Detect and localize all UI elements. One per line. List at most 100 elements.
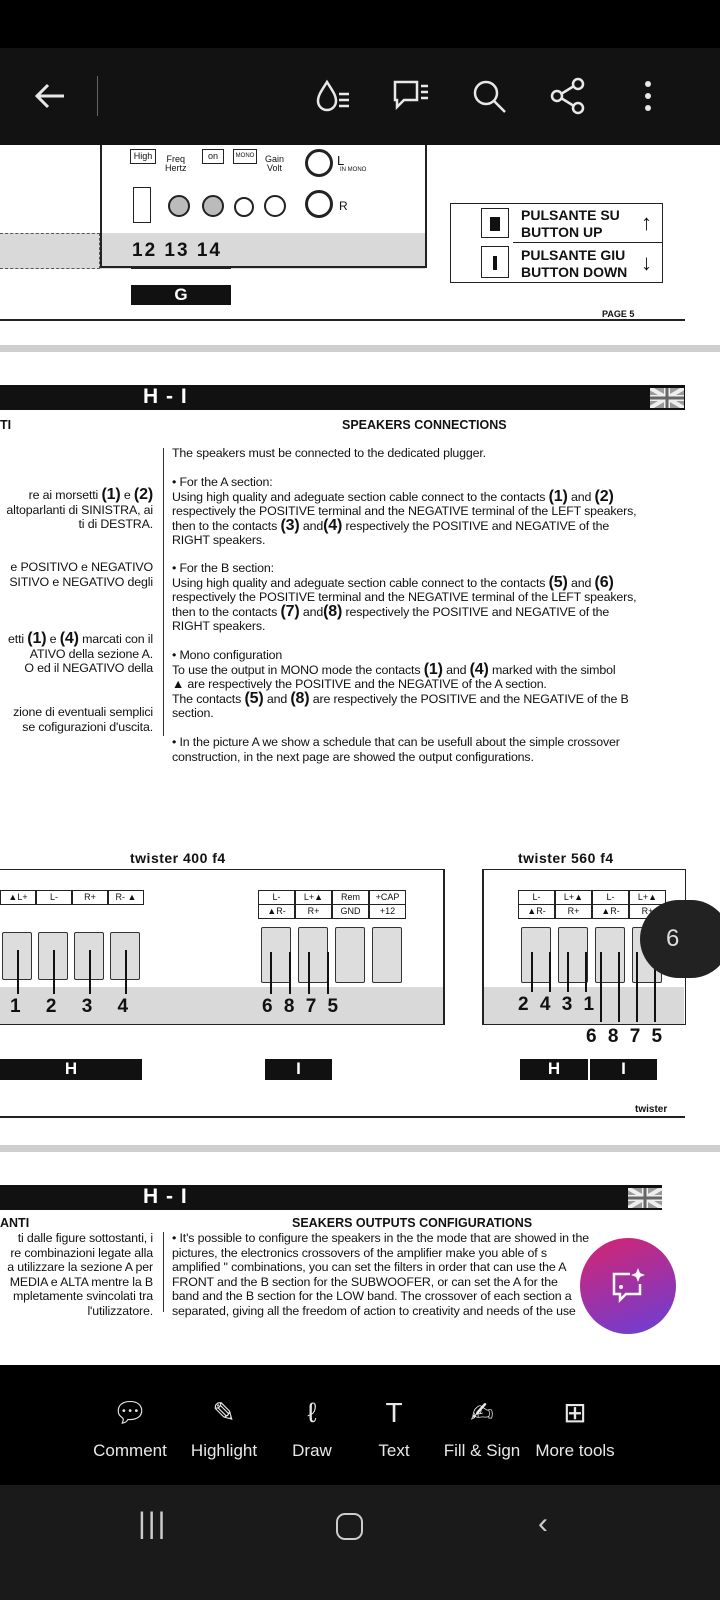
text-line: RIGHT speakers. — [172, 619, 636, 634]
terminal-label: ▲L+ — [0, 890, 36, 905]
text-line: Using high quality and adeguate section … — [172, 573, 636, 591]
comment-add-icon: 💬︎ — [112, 1397, 148, 1428]
text-run: construction, in the next page are showe… — [172, 749, 534, 764]
speaker-connector — [558, 927, 588, 983]
text-line: • Mono configuration — [172, 648, 629, 663]
pointer-arrow — [125, 950, 127, 994]
text-line: then to the contacts (3) and(4) respecti… — [172, 517, 636, 533]
more-tools-icon: ⊞ — [563, 1397, 587, 1428]
text-run: Using high quality and adeguate section … — [172, 575, 549, 590]
tool-label: Comment — [93, 1441, 167, 1460]
gain-knob — [264, 195, 286, 217]
search-icon[interactable] — [469, 76, 509, 116]
text-line: then to the contacts (7) and(8) respecti… — [172, 603, 636, 619]
gain-label: Gain Volt — [265, 154, 285, 173]
contact-number: (1) — [101, 486, 121, 503]
contact-number: (4) — [469, 660, 489, 678]
text-run: l'utilizzatore. — [87, 1303, 153, 1318]
text-line: a utilizzare la sezione A per — [0, 1260, 153, 1275]
pointer-arrow — [17, 950, 19, 994]
pointer-arrow — [308, 952, 310, 994]
ai-assistant-button[interactable] — [580, 1238, 676, 1334]
bottom-toolbar: 💬︎ Comment ✎ Highlight ℓ Draw T Text ✍︎ Fill … — [0, 1365, 720, 1485]
text-run: • For the B section: — [172, 561, 274, 575]
text-paragraph: ti dalle figure sottostanti, i re combina… — [0, 1231, 153, 1318]
dashed-outline — [0, 233, 100, 269]
back-icon[interactable]: ‹ — [538, 1507, 548, 1541]
text-run: respectively the POSITIVE and NEGATIVE o… — [342, 518, 610, 533]
column-divider — [163, 1232, 164, 1312]
text-run: ti dalle figure sottostanti, i — [17, 1231, 153, 1245]
panel-label-on: on — [202, 149, 224, 164]
back-arrow-icon[interactable] — [30, 76, 70, 116]
tool-text[interactable]: T Text — [344, 1393, 444, 1461]
text-run: marked with the simbol — [488, 662, 616, 677]
tool-label: More tools — [535, 1441, 615, 1460]
freq-knob — [168, 195, 190, 217]
terminal-label: +12 — [369, 904, 406, 919]
contact-number: (2) — [594, 487, 614, 505]
page-rule — [0, 1116, 685, 1118]
tool-fill-sign[interactable]: ✍︎ Fill & Sign — [432, 1393, 532, 1461]
text-run: respectively the POSITIVE terminal and t… — [172, 504, 637, 518]
g-bracket — [131, 268, 231, 269]
section-label-g: G — [131, 285, 231, 305]
more-options-icon[interactable] — [628, 76, 668, 116]
text-paragraph: • Mono configuration To use the output in… — [172, 648, 629, 721]
home-icon[interactable] — [336, 1513, 363, 1540]
text-line: ▲ are respectively the POSITIVE and the … — [172, 677, 629, 692]
share-icon[interactable] — [548, 76, 588, 116]
read-mode-icon[interactable] — [313, 76, 353, 116]
text-line: l'utilizzatore. — [0, 1304, 153, 1319]
text-run: marcati con il — [78, 632, 153, 646]
terminal-label: L- — [518, 890, 555, 905]
pointer-arrow — [270, 952, 272, 994]
terminal-label: L+▲ — [629, 890, 666, 905]
text-icon: T — [385, 1397, 403, 1428]
text-line: ti dalle figure sottostanti, i — [0, 1231, 153, 1246]
contact-number: (1) — [548, 487, 568, 505]
text-line: Using high quality and adeguate section … — [172, 487, 636, 505]
tool-comment[interactable]: 💬︎ Comment — [80, 1393, 180, 1461]
text-run: altoparlanti di SINISTRA, ai — [6, 502, 153, 517]
terminal-label: L- — [36, 890, 72, 905]
text-run: zione di eventuali semplici — [13, 705, 153, 719]
text-paragraph: • For the B section: Using high quality a… — [172, 561, 637, 634]
text-run: pictures, the electronics crossovers of … — [172, 1245, 547, 1260]
text-run: • Mono configuration — [172, 648, 283, 662]
page-number-indicator[interactable]: 6 — [640, 900, 720, 978]
highlight-icon: ✎ — [212, 1397, 236, 1428]
recent-apps-icon[interactable]: ||| — [138, 1507, 167, 1541]
text-run: RIGHT speakers. — [172, 533, 266, 547]
banner-title: H - I — [143, 385, 188, 408]
terminal-label: ▲R- — [592, 904, 629, 919]
section-label-i: I — [265, 1059, 332, 1080]
pointer-arrow — [89, 950, 91, 994]
tool-highlight[interactable]: ✎ Highlight — [174, 1393, 274, 1461]
text-run: To use the output in MONO mode the conta… — [172, 662, 424, 677]
text-run: O ed il NEGATIVO della — [24, 661, 153, 675]
toolbar-divider — [97, 76, 98, 116]
uk-flag-icon — [626, 1186, 664, 1210]
text-run: e — [46, 632, 60, 646]
contact-number: (6) — [594, 573, 614, 591]
uk-flag-icon — [648, 386, 686, 410]
text-line: construction, in the next page are showe… — [172, 750, 620, 765]
terminal-label: L- — [592, 890, 629, 905]
r-label: R — [339, 199, 348, 213]
text-line: To use the output in MONO mode the conta… — [172, 660, 629, 678]
status-bar — [0, 0, 720, 48]
text-run: are respectively the POSITIVE and the NE… — [309, 691, 629, 706]
tool-more-tools[interactable]: ⊞ More tools — [525, 1393, 625, 1461]
text-run: se cofigurazioni d'uscita. — [22, 719, 153, 734]
tool-label: Fill & Sign — [443, 1441, 521, 1460]
section-label-h: H — [0, 1059, 142, 1080]
section-label-i-560: I — [590, 1059, 657, 1080]
page-rule — [0, 319, 685, 321]
button-up-glyph — [481, 208, 509, 238]
terminal-label: R+ — [72, 890, 108, 905]
text-line: pictures, the electronics crossovers of … — [172, 1246, 589, 1261]
comments-list-icon[interactable] — [390, 76, 430, 116]
section-banner: H - I — [0, 1185, 664, 1210]
legend-down-en: BUTTON DOWN — [521, 264, 628, 280]
